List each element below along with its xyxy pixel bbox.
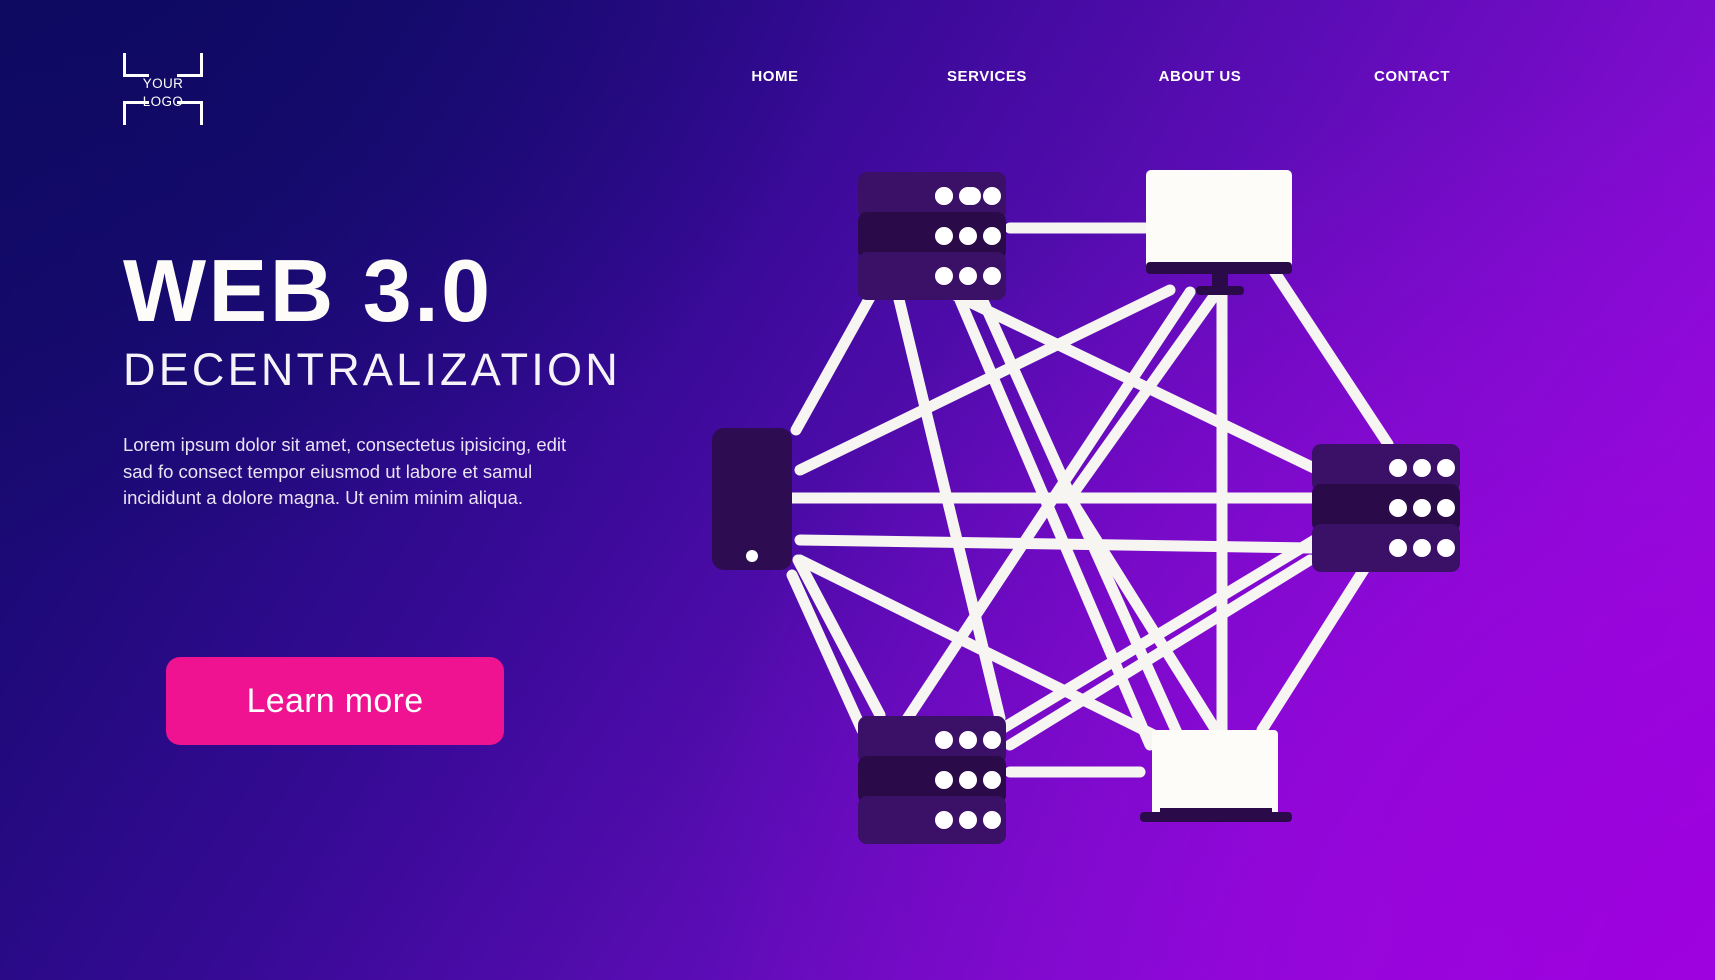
main-navigation: HOME SERVICES ABOUT US CONTACT	[0, 68, 1715, 92]
landing-page-root: YOUR LOGO HOME SERVICES ABOUT US CONTACT…	[0, 0, 1715, 980]
link-monitor-rightsrv	[1266, 262, 1394, 450]
link-diag-center	[1064, 279, 1228, 504]
learn-more-button[interactable]: Learn more	[166, 657, 504, 745]
nav-item-contact[interactable]: CONTACT	[1374, 68, 1450, 85]
hero-title: WEB 3.0	[123, 241, 493, 340]
hero-subtitle: DECENTRALIZATION	[123, 344, 621, 396]
nav-item-home[interactable]: HOME	[751, 68, 798, 85]
laptop-node-bottom	[1140, 730, 1292, 822]
hero-paragraph: Lorem ipsum dolor sit amet, consectetus …	[123, 434, 567, 509]
server-node-bottom-left	[858, 716, 1006, 844]
site-header: YOUR LOGO HOME SERVICES ABOUT US CONTACT	[0, 0, 1715, 150]
server-node-top-left	[858, 172, 1006, 300]
link-phone-topleft	[790, 277, 884, 436]
link-rightsrv-phone	[794, 534, 1318, 554]
brand-logo-line2: LOGO	[142, 94, 184, 109]
network-links	[786, 222, 1394, 778]
phone-node-left	[712, 428, 792, 570]
monitor-node-top	[1146, 170, 1292, 295]
server-node-right	[1312, 444, 1460, 572]
hero-copy: WEB 3.0 DECENTRALIZATION Lorem ipsum dol…	[123, 241, 683, 512]
nav-item-about-us[interactable]: ABOUT US	[1159, 68, 1242, 85]
nav-item-services[interactable]: SERVICES	[947, 68, 1027, 85]
